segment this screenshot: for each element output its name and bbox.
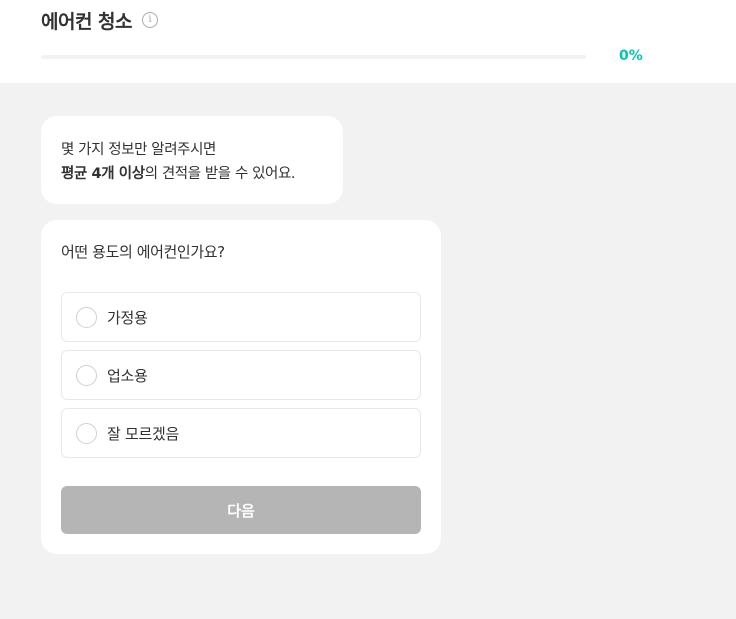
option-home[interactable]: 가정용 (61, 292, 421, 342)
intro-highlight: 평균 4개 이상 (61, 166, 145, 182)
progress-bar (41, 55, 586, 59)
header: 에어컨 청소 i 0% (0, 0, 736, 83)
intro-line-1: 몇 가지 정보만 알려주시면 (61, 142, 216, 158)
option-label: 잘 모르겠음 (107, 424, 179, 443)
option-unknown[interactable]: 잘 모르겠음 (61, 408, 421, 458)
intro-line-2: 평균 4개 이상의 견적을 받을 수 있어요. (61, 162, 323, 186)
radio-button[interactable] (76, 306, 97, 328)
option-label: 업소용 (107, 366, 148, 385)
question-text: 어떤 용도의 에어컨인가요? (61, 243, 225, 261)
intro-message: 몇 가지 정보만 알려주시면 평균 4개 이상의 견적을 받을 수 있어요. (41, 116, 343, 204)
page-title: 에어컨 청소 (41, 10, 133, 33)
radio-button[interactable] (76, 364, 97, 386)
next-button[interactable]: 다음 (61, 486, 421, 534)
option-label: 가정용 (107, 308, 148, 327)
progress-percent: 0% (619, 48, 643, 64)
info-icon[interactable]: i (142, 12, 159, 28)
title-row: 에어컨 청소 i (41, 7, 159, 33)
intro-line-2-rest: 의 견적을 받을 수 있어요. (144, 166, 296, 182)
question-card: 어떤 용도의 에어컨인가요? 가정용 업소용 잘 모르겠음 다음 (41, 220, 441, 554)
option-business[interactable]: 업소용 (61, 350, 421, 400)
radio-button[interactable] (76, 422, 97, 444)
